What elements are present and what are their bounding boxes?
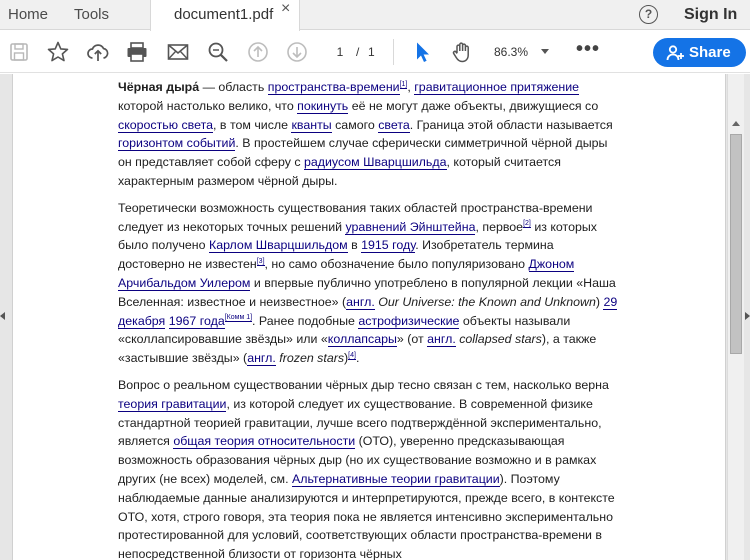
- text: , но само обозначение было популяризован…: [264, 257, 529, 272]
- text: , в том числе: [213, 117, 292, 132]
- tab-bar: Home Tools document1.pdf × ? Sign In: [0, 0, 750, 31]
- text: Вопрос о реальном существовании чёрных д…: [118, 377, 609, 392]
- toolbar-divider: [393, 39, 394, 65]
- link[interactable]: Альтернативные теории гравитации: [291, 471, 500, 487]
- footnote-link[interactable]: [2]: [523, 220, 531, 229]
- star-icon[interactable]: [46, 40, 70, 64]
- link[interactable]: 1967 года: [168, 313, 225, 329]
- print-icon[interactable]: [125, 40, 149, 64]
- text: .: [355, 351, 360, 366]
- link[interactable]: покинуть: [297, 98, 349, 114]
- italic-text: Our Universe: the Known and Unknown: [378, 294, 596, 309]
- upload-icon[interactable]: [86, 40, 110, 64]
- link[interactable]: 1915 году: [361, 238, 416, 254]
- hand-icon[interactable]: [450, 40, 474, 64]
- page-number-input[interactable]: 1: [328, 42, 352, 62]
- text: , первое: [475, 219, 524, 234]
- text: . Ранее подобные: [252, 313, 359, 328]
- link[interactable]: скоростью света: [118, 117, 214, 133]
- text: — область: [199, 80, 268, 94]
- link[interactable]: горизонтом событий: [118, 136, 236, 152]
- page-total: 1: [368, 45, 375, 59]
- left-panel-toggle-icon[interactable]: [0, 312, 5, 320]
- text: » (от: [396, 332, 428, 347]
- footnote-link[interactable]: [4]: [348, 352, 356, 361]
- paragraph-3: Вопрос о реальном существовании чёрных д…: [118, 376, 618, 560]
- link[interactable]: гравитационное притяжение: [414, 80, 580, 95]
- text: самого: [331, 117, 379, 132]
- link[interactable]: общая теория относительности: [173, 434, 356, 450]
- paragraph-2: Теоретически возможность существования т…: [118, 199, 618, 368]
- save-icon[interactable]: [7, 40, 31, 64]
- share-button[interactable]: Share: [653, 38, 746, 67]
- footnote-link[interactable]: [3]: [256, 258, 265, 267]
- link[interactable]: уравнений Эйнштейна: [345, 219, 476, 235]
- tab-document[interactable]: document1.pdf: [150, 0, 300, 31]
- more-options-icon[interactable]: •••: [576, 39, 600, 59]
- link[interactable]: радиусом Шварцшильда: [303, 155, 447, 171]
- tab-document-label: document1.pdf: [174, 6, 274, 23]
- page-text: Чёрная дыра́ — область пространства-врем…: [118, 78, 618, 560]
- text: в: [347, 238, 362, 253]
- share-button-label: Share: [689, 44, 731, 61]
- link[interactable]: теория гравитации: [118, 396, 227, 412]
- text: которой настолько велико, что: [118, 98, 298, 113]
- scroll-up-icon[interactable]: [732, 121, 740, 126]
- link[interactable]: кванты: [291, 117, 332, 133]
- add-user-icon: [666, 45, 684, 61]
- italic-text: collapsed stars: [459, 332, 542, 347]
- italic-text: frozen stars: [279, 351, 345, 366]
- sign-in-button[interactable]: Sign In: [684, 0, 737, 30]
- scrollbar-thumb[interactable]: [730, 134, 742, 354]
- text: её не могут даже объекты, движущиеся со: [348, 98, 599, 113]
- link[interactable]: коллапсары: [327, 332, 397, 348]
- tab-home[interactable]: Home: [8, 0, 48, 30]
- chevron-down-icon[interactable]: [541, 49, 549, 54]
- zoom-search-icon[interactable]: [206, 40, 230, 64]
- link[interactable]: англ.: [427, 332, 456, 348]
- toolbar: 1 / 1 86.3% ••• Share: [0, 31, 750, 73]
- link[interactable]: света: [378, 117, 410, 133]
- cursor-icon[interactable]: [410, 40, 434, 64]
- vertical-scrollbar[interactable]: [727, 74, 744, 560]
- link[interactable]: Карлом Шварцшильдом: [208, 238, 348, 254]
- document-viewer: Чёрная дыра́ — область пространства-врем…: [0, 74, 750, 560]
- close-tab-icon[interactable]: ×: [281, 0, 290, 18]
- tab-tools[interactable]: Tools: [74, 0, 109, 30]
- link[interactable]: пространства-времени: [267, 80, 400, 95]
- mail-icon[interactable]: [166, 40, 190, 64]
- term-title: Чёрная дыра́: [118, 80, 200, 94]
- link[interactable]: англ.: [346, 294, 375, 310]
- help-icon[interactable]: ?: [639, 5, 658, 24]
- right-panel-toggle-icon[interactable]: [745, 312, 750, 320]
- paragraph-1: Чёрная дыра́ — область пространства-врем…: [118, 78, 618, 191]
- pdf-page: Чёрная дыра́ — область пространства-врем…: [12, 74, 726, 560]
- page-up-icon[interactable]: [246, 40, 270, 64]
- link[interactable]: англ.: [247, 351, 276, 367]
- text: . Граница этой области называется: [409, 117, 613, 132]
- page-down-icon[interactable]: [285, 40, 309, 64]
- link[interactable]: астрофизические: [358, 313, 460, 329]
- zoom-value: 86.3%: [494, 45, 529, 59]
- page-separator: /: [356, 45, 360, 59]
- footnote-link[interactable]: [Комм 1]: [224, 314, 253, 323]
